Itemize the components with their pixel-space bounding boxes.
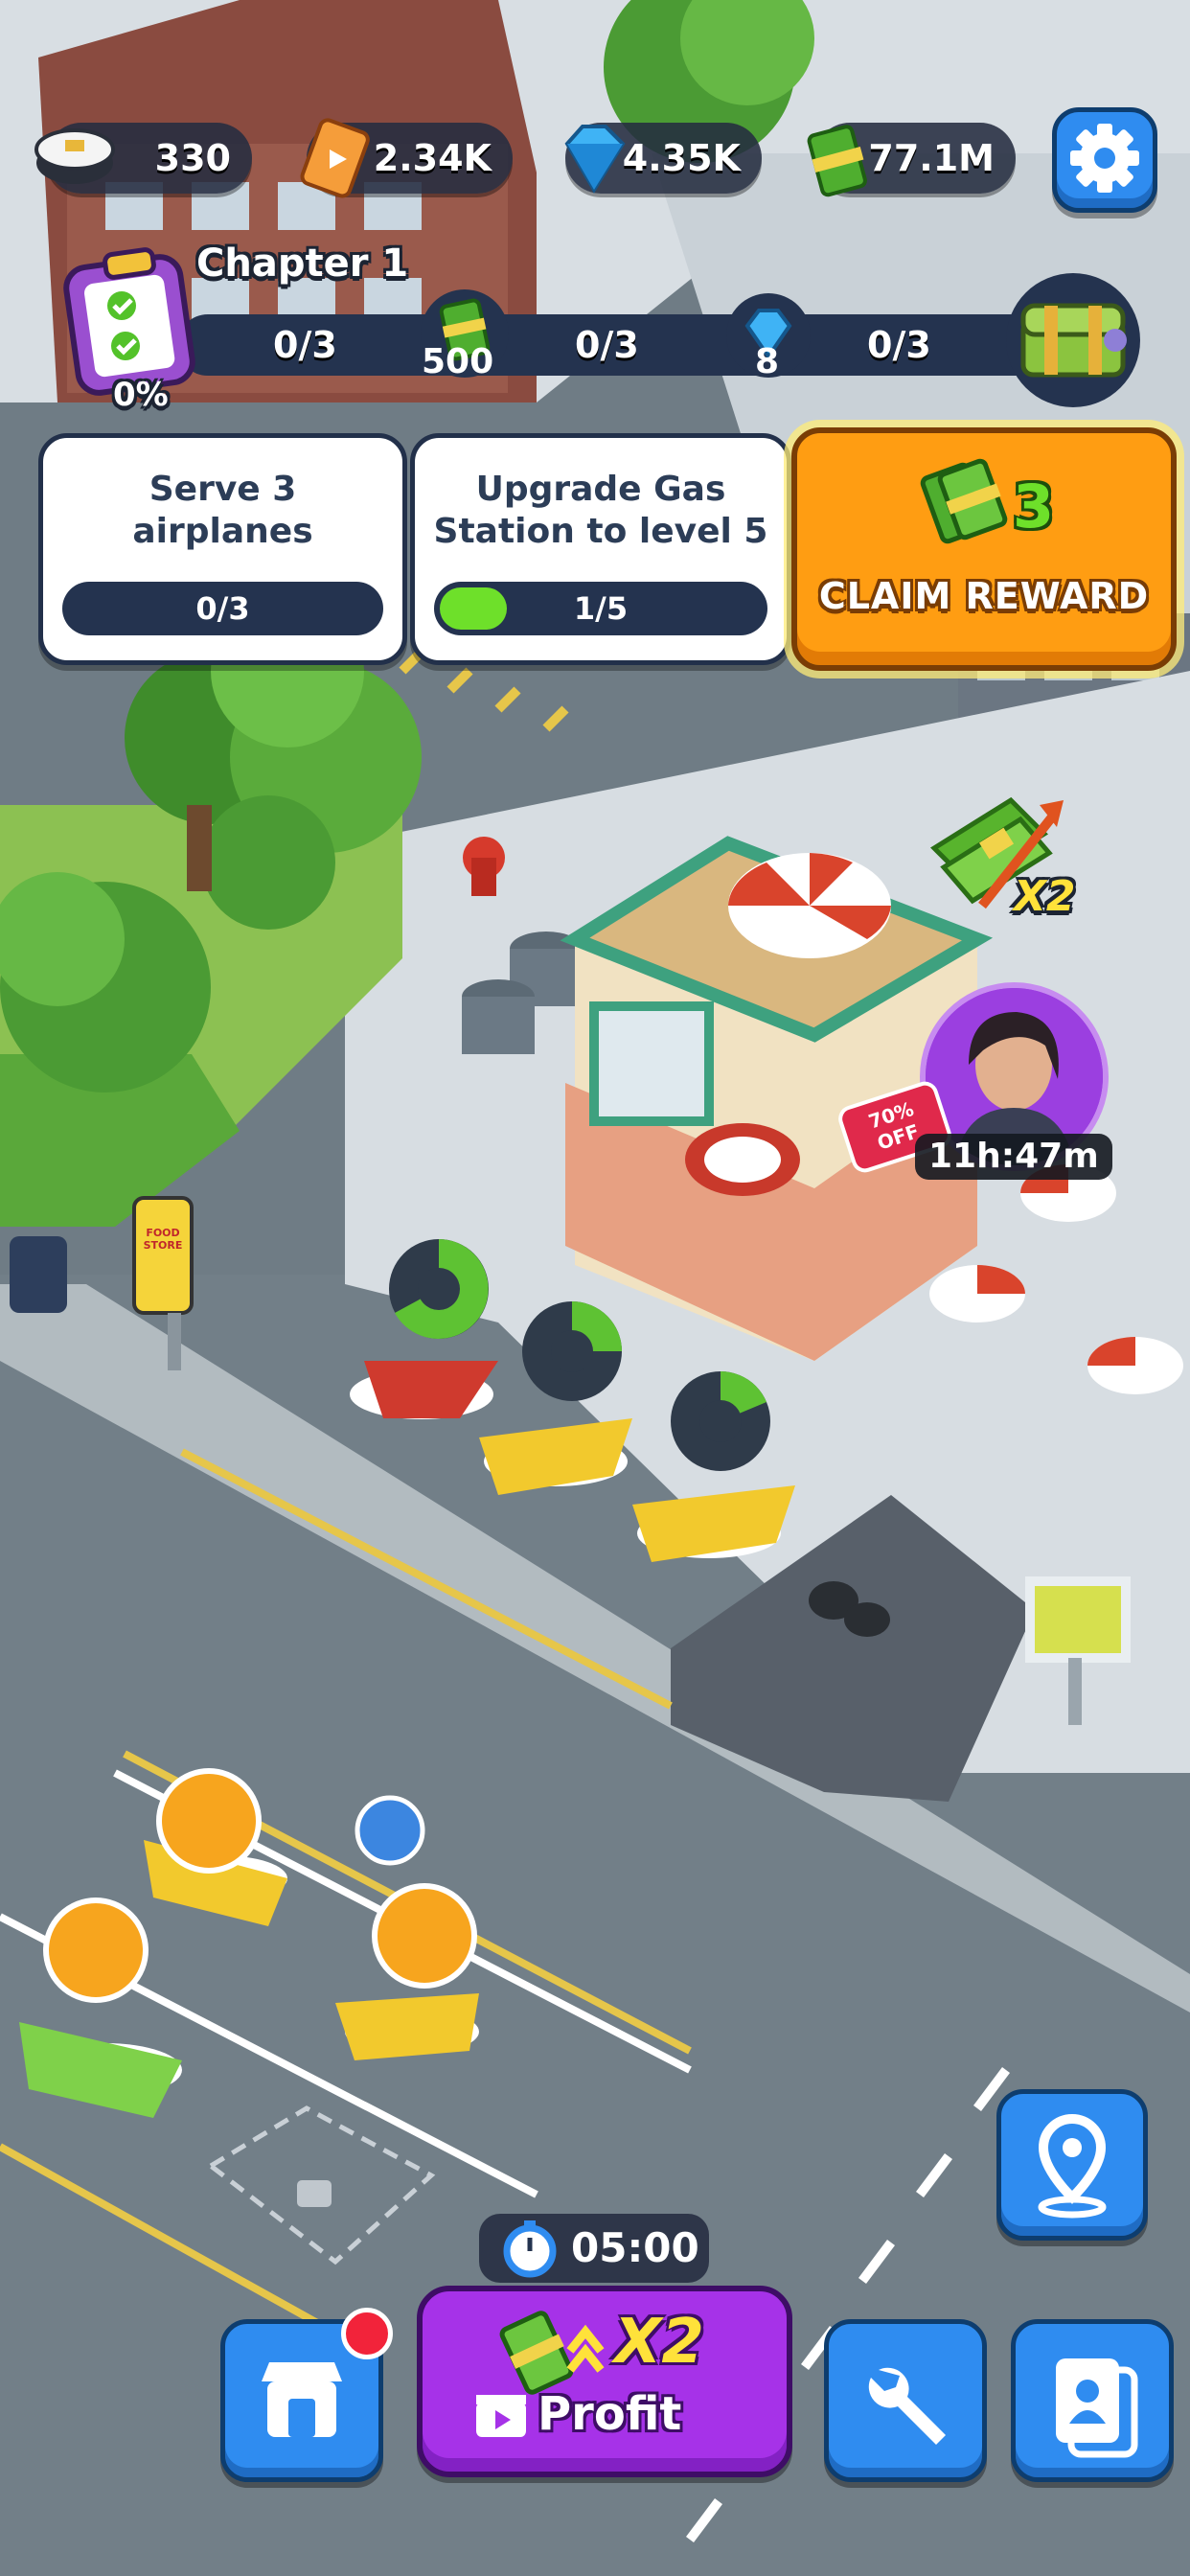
chapter-clipboard-icon[interactable] [62, 244, 206, 398]
boost-timer: 05:00 [479, 2214, 709, 2283]
task-title: Upgrade Gas Station to level 5 [433, 470, 768, 551]
treasure-chest-icon [1020, 303, 1127, 378]
task-progress-bar: 0/3 [62, 582, 383, 635]
store-sign-label: FOOD STORE [143, 1227, 183, 1252]
profit-label: Profit [538, 2387, 682, 2441]
task-progress-bar: 1/5 [434, 582, 767, 635]
task-progress-text: 0/3 [195, 590, 250, 627]
shop-notification-dot [341, 2308, 393, 2359]
offer-timer: 11h:47m [915, 1134, 1112, 1180]
task-card-upgrade-gas-station[interactable]: Upgrade Gas Station to level 5 1/5 [410, 433, 791, 665]
video-ad-icon [476, 2395, 526, 2437]
claim-reward-button[interactable]: 3 CLAIM REWARD [791, 427, 1177, 671]
locate-button[interactable] [996, 2089, 1148, 2241]
cash-counter[interactable]: 77.1M [807, 123, 1016, 197]
milestone-1-reward-value: 500 [422, 342, 494, 381]
gems-value: 4.35K [622, 137, 741, 179]
upgrade-tools-button[interactable] [824, 2319, 987, 2482]
wrench-icon [868, 2367, 946, 2445]
settings-button[interactable] [1052, 107, 1157, 213]
milestone-2-reward-value: 8 [755, 342, 780, 381]
claim-amount: 3 [1013, 472, 1055, 541]
profit-multiplier: X2 [614, 2307, 704, 2378]
pilots-value: 330 [154, 137, 231, 179]
tickets-counter[interactable]: 2.34K [300, 118, 513, 198]
tickets-value: 2.34K [373, 137, 492, 179]
task-progress-text: 1/5 [573, 590, 629, 627]
gems-counter[interactable]: 4.35K [564, 123, 762, 194]
boost-timer-value: 05:00 [571, 2224, 699, 2271]
claim-label: CLAIM REWARD [818, 575, 1150, 617]
ticket-icon [300, 118, 370, 198]
stopwatch-icon [503, 2220, 557, 2278]
map-pin-icon [1038, 2113, 1107, 2219]
milestone-3-progress: 0/3 [867, 324, 931, 366]
milestone-1-progress: 0/3 [273, 324, 337, 366]
staff-cards-button[interactable] [1011, 2319, 1174, 2482]
task-card-serve-airplanes[interactable]: Serve 3 airplanes 0/3 [38, 433, 407, 665]
chapter-chest-reward[interactable] [1006, 273, 1140, 407]
chapter-title: Chapter 1 [196, 242, 409, 286]
cash-boost-label: X2 [1014, 872, 1076, 921]
milestone-2-progress: 0/3 [575, 324, 639, 366]
pilot-cap-icon [34, 128, 115, 184]
chapter-percent: 0% [113, 376, 169, 414]
task-title: Serve 3 airplanes [132, 470, 313, 551]
gear-icon [1070, 124, 1139, 193]
cash-value: 77.1M [868, 137, 995, 179]
cash-stack-icon [920, 458, 1008, 544]
pilots-counter[interactable]: 330 [34, 123, 252, 194]
id-card-icon [1056, 2358, 1138, 2458]
profit-boost-button[interactable]: X2 Profit [417, 2286, 792, 2477]
